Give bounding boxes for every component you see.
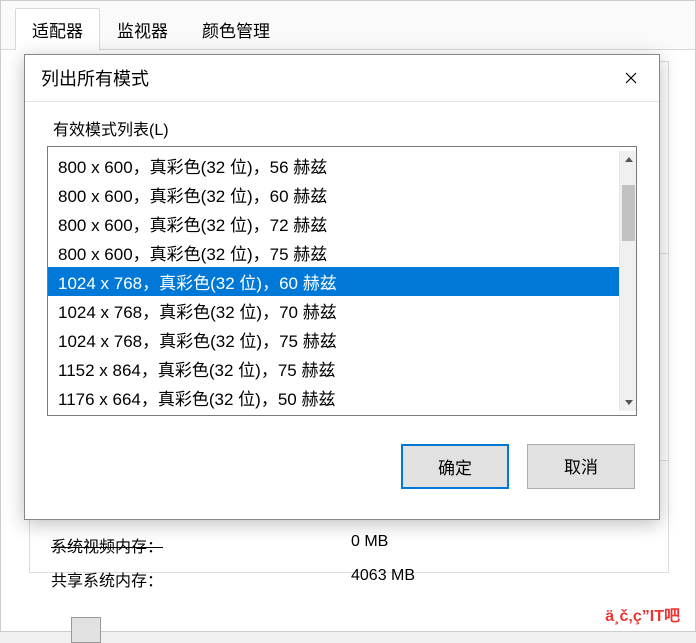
sysvideo-value: 0 MB	[351, 533, 388, 557]
cancel-button[interactable]: 取消	[527, 444, 635, 489]
dialog-titlebar: 列出所有模式	[25, 55, 659, 102]
info-row-sysvideo: 系统视频内存： 0 MB	[51, 533, 651, 557]
modes-group: 有效模式列表(L) 800 x 600，真彩色(32 位)，56 赫兹800 x…	[47, 116, 637, 416]
list-item[interactable]: 1024 x 768，真彩色(32 位)，70 赫兹	[48, 296, 619, 325]
list-item[interactable]: 800 x 600，真彩色(32 位)，72 赫兹	[48, 209, 619, 238]
dialog-button-row: 确定 取消	[25, 424, 659, 507]
sharedmem-value: 4063 MB	[351, 567, 415, 591]
scroll-up-icon[interactable]	[620, 151, 637, 168]
list-item[interactable]: 800 x 600，真彩色(32 位)，60 赫兹	[48, 180, 619, 209]
list-item[interactable]: 800 x 600，真彩色(32 位)，75 赫兹	[48, 238, 619, 267]
scroll-thumb[interactable]	[622, 185, 635, 241]
tab-color-management[interactable]: 颜色管理	[185, 8, 287, 50]
list-item[interactable]: 800 x 600，真彩色(32 位)，56 赫兹	[48, 151, 619, 180]
ok-button[interactable]: 确定	[401, 444, 509, 489]
tab-monitor[interactable]: 监视器	[100, 8, 185, 50]
sharedmem-label: 共享系统内存：	[51, 567, 351, 591]
dialog-title: 列出所有模式	[41, 65, 615, 91]
sysvideo-label: 系统视频内存：	[51, 533, 351, 557]
list-item[interactable]: 1152 x 864，真彩色(32 位)，75 赫兹	[48, 354, 619, 383]
watermark: ä¸č‚ç”IT吧	[605, 602, 680, 626]
scrollbar[interactable]	[619, 151, 636, 411]
scroll-down-icon[interactable]	[620, 394, 637, 411]
tab-adapter[interactable]: 适配器	[15, 8, 100, 50]
modes-group-label: 有效模式列表(L)	[53, 116, 637, 140]
list-all-modes-dialog: 列出所有模式 有效模式列表(L) 800 x 600，真彩色(32 位)，56 …	[24, 54, 660, 520]
close-icon[interactable]	[615, 65, 647, 91]
list-item[interactable]: 1024 x 768，真彩色(32 位)，75 赫兹	[48, 325, 619, 354]
list-items-container: 800 x 600，真彩色(32 位)，56 赫兹800 x 600，真彩色(3…	[48, 151, 619, 411]
list-item[interactable]: 1024 x 768，真彩色(32 位)，60 赫兹	[48, 267, 619, 296]
list-all-modes-button-bg[interactable]	[71, 617, 101, 643]
info-row-sharedmem: 共享系统内存： 4063 MB	[51, 567, 651, 591]
list-item[interactable]: 1176 x 664，真彩色(32 位)，60 赫兹	[48, 412, 619, 416]
list-item[interactable]: 1176 x 664，真彩色(32 位)，50 赫兹	[48, 383, 619, 412]
tab-strip: 适配器 监视器 颜色管理	[1, 1, 695, 49]
modes-listbox[interactable]: 800 x 600，真彩色(32 位)，56 赫兹800 x 600，真彩色(3…	[47, 146, 637, 416]
adapter-info: 系统视频内存： 0 MB 共享系统内存： 4063 MB	[51, 533, 651, 601]
